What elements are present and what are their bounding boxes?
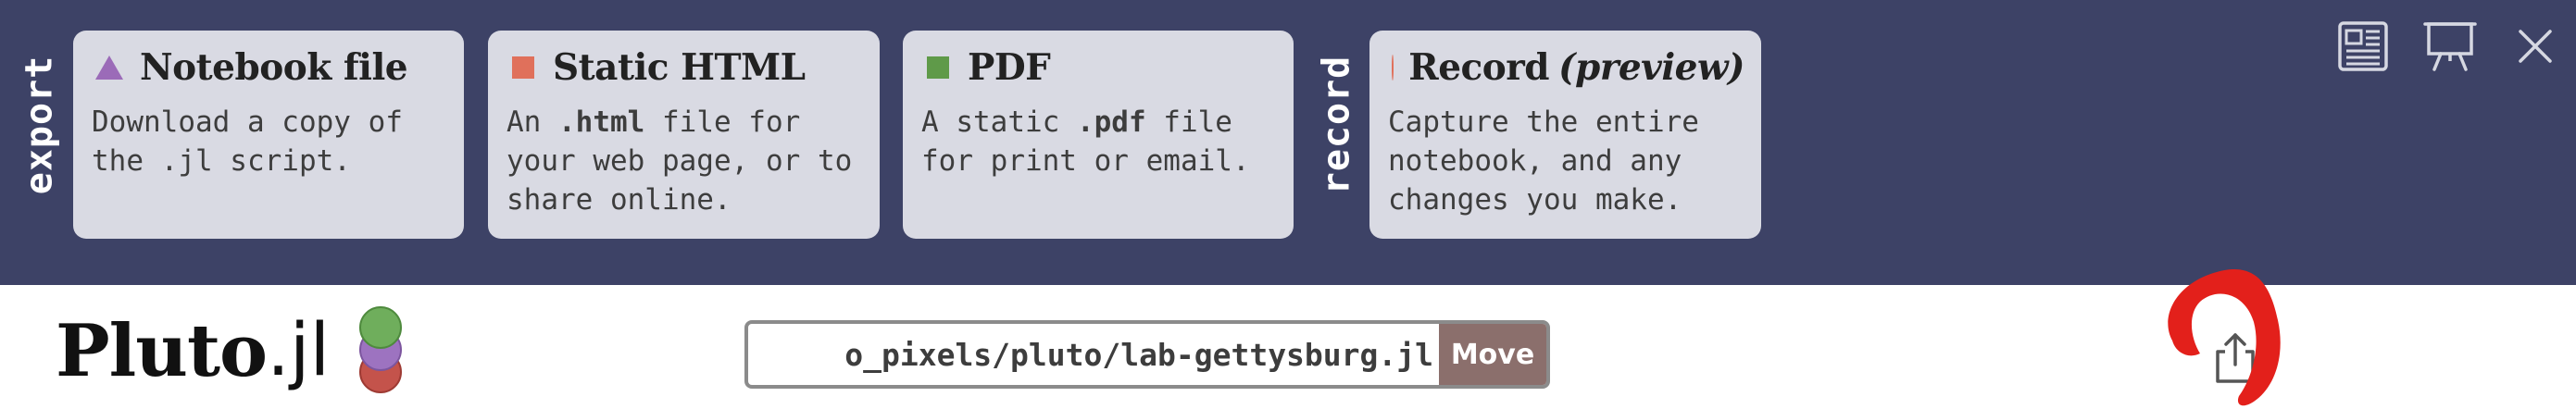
card-description: Capture the entire notebook, and any cha… — [1388, 105, 1699, 217]
export-panel: export Notebook file Download a copy of … — [0, 0, 2576, 285]
logo-text: Pluto — [56, 308, 268, 393]
square-icon — [512, 56, 534, 79]
pluto-logo[interactable]: Pluto .jl — [56, 300, 407, 402]
logo-suffix: .jl — [267, 309, 331, 392]
card-description: A static .pdf file for print or email. — [921, 105, 1250, 178]
export-static-html-card[interactable]: Static HTML An .html file for your web p… — [488, 31, 880, 239]
card-title: Notebook file — [140, 46, 408, 89]
card-title: PDF — [968, 46, 1051, 89]
present-button[interactable] — [2420, 17, 2480, 76]
export-pdf-card[interactable]: PDF A static .pdf file for print or emai… — [903, 31, 1294, 239]
notebook-path-input[interactable]: o_pixels/pluto/lab-gettysburg.jl — [748, 324, 1439, 385]
export-section-label: export — [18, 55, 60, 195]
close-icon — [2519, 30, 2552, 63]
card-description: An .html file for your web page, or to s… — [506, 105, 853, 217]
notebook-path-field[interactable]: o_pixels/pluto/lab-gettysburg.jl Move — [744, 320, 1550, 389]
move-button[interactable]: Move — [1439, 324, 1546, 385]
card-title-preview: (preview) — [1558, 46, 1744, 89]
pluto-dots-icon — [359, 306, 403, 393]
square-icon — [927, 56, 949, 79]
card-description: Download a copy of the .jl script. — [92, 105, 403, 178]
record-section-label: record — [1315, 55, 1357, 195]
export-notebook-file-card[interactable]: Notebook file Download a copy of the .jl… — [73, 31, 464, 239]
red-scribble-annotation — [2168, 269, 2281, 406]
presentation-icon — [2423, 22, 2477, 71]
triangle-icon — [95, 56, 123, 80]
card-title: Static HTML — [553, 46, 806, 89]
close-export-button[interactable] — [2506, 17, 2565, 76]
record-preview-card[interactable]: Record (preview) Capture the entire note… — [1369, 31, 1761, 239]
card-title: Record — [1408, 46, 1550, 89]
record-dot-icon — [1392, 55, 1394, 81]
newspaper-icon — [2338, 21, 2388, 71]
frontmatter-button[interactable] — [2333, 17, 2393, 76]
